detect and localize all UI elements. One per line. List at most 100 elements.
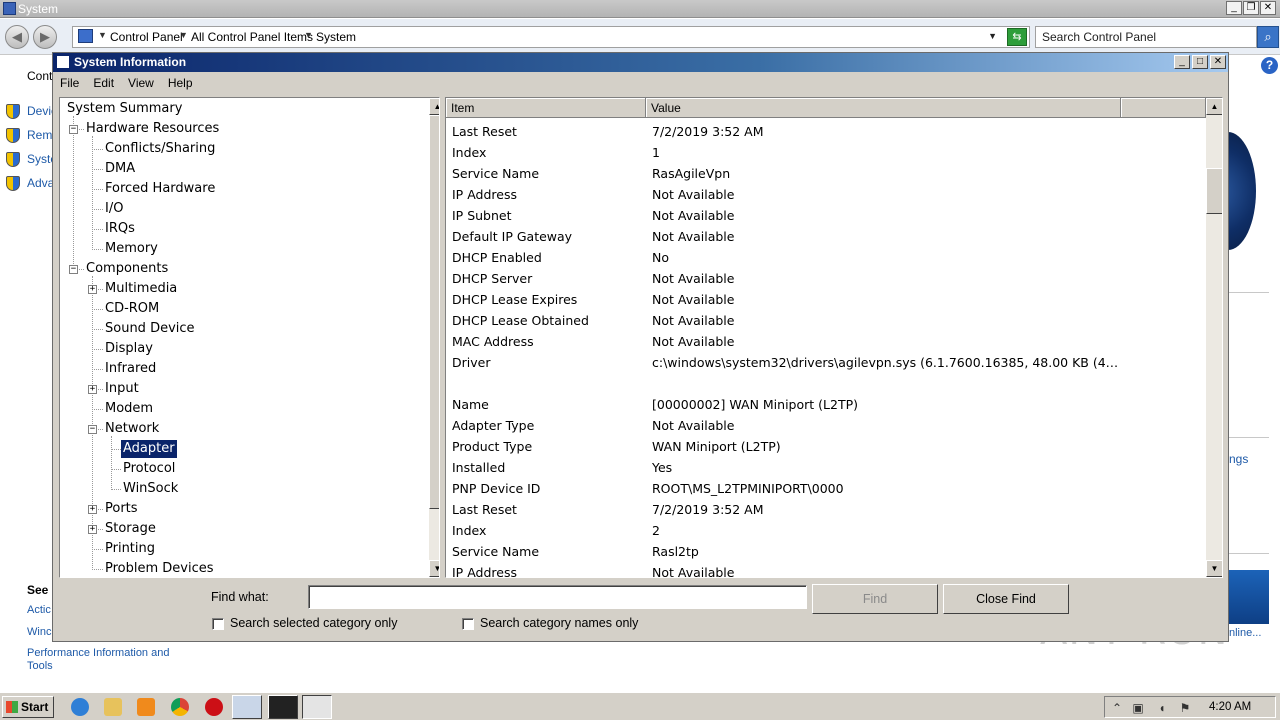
internet-explorer-icon[interactable]: [71, 698, 89, 716]
windows-update-link[interactable]: Winc: [27, 626, 51, 638]
breadcrumb-all-items[interactable]: All Control Panel Items: [191, 30, 313, 44]
tree-node-adapter[interactable]: Adapter: [121, 440, 177, 458]
tree-node-multimedia[interactable]: Multimedia: [103, 280, 179, 298]
media-player-icon[interactable]: [137, 698, 155, 716]
table-row[interactable]: Service Name RasAgileVpn: [446, 163, 1206, 184]
search-selected-category-label[interactable]: Search selected category only: [230, 616, 397, 630]
search-category-names-checkbox[interactable]: [462, 618, 474, 630]
action-center-link[interactable]: Actic: [27, 604, 51, 616]
help-icon[interactable]: ?: [1261, 57, 1278, 74]
table-row[interactable]: DHCP Lease Expires Not Available: [446, 289, 1206, 310]
tree-node-irqs[interactable]: IRQs: [103, 220, 137, 238]
tree-node-display[interactable]: Display: [103, 340, 155, 358]
find-input[interactable]: [308, 585, 807, 609]
expand-icon[interactable]: +: [88, 285, 97, 294]
back-arrow-icon[interactable]: ◀: [5, 25, 29, 49]
search-selected-category-checkbox[interactable]: [212, 618, 224, 630]
breadcrumb-control-panel[interactable]: Control Panel: [110, 30, 183, 44]
learn-more-online-link[interactable]: nline...: [1229, 627, 1261, 639]
collapse-icon[interactable]: −: [88, 425, 97, 434]
tree-node-dma[interactable]: DMA: [103, 160, 137, 178]
search-input[interactable]: Search Control Panel: [1035, 26, 1257, 48]
forward-arrow-icon[interactable]: ▶: [33, 25, 57, 49]
table-row[interactable]: Service Name Rasl2tp: [446, 541, 1206, 562]
tree-node-components[interactable]: Components: [84, 260, 170, 278]
volume-icon[interactable]: ◖: [1155, 701, 1169, 715]
search-icon[interactable]: ⌕: [1257, 26, 1279, 48]
tree-node-memory[interactable]: Memory: [103, 240, 160, 258]
table-row[interactable]: Last Reset 7/2/2019 3:52 AM: [446, 121, 1206, 142]
tree-node-forced-hardware[interactable]: Forced Hardware: [103, 180, 217, 198]
scroll-thumb[interactable]: [429, 115, 439, 509]
column-empty-header[interactable]: [1121, 98, 1206, 118]
chevron-down-icon[interactable]: ▼: [179, 30, 188, 40]
category-tree[interactable]: System Summary Hardware Resources − Conflic…: [59, 97, 440, 578]
maximize-button[interactable]: □: [1192, 55, 1208, 69]
table-row[interactable]: Index 1: [446, 142, 1206, 163]
table-row[interactable]: Default IP Gateway Not Available: [446, 226, 1206, 247]
tree-node-hardware-resources[interactable]: Hardware Resources: [84, 120, 221, 138]
show-hidden-icons-icon[interactable]: ⌃: [1110, 701, 1124, 715]
expand-icon[interactable]: +: [88, 385, 97, 394]
table-row[interactable]: IP Address Not Available: [446, 184, 1206, 205]
tree-node-conflicts-sharing[interactable]: Conflicts/Sharing: [103, 140, 217, 158]
collapse-icon[interactable]: −: [69, 125, 78, 134]
performance-info-link[interactable]: Performance Information and Tools: [27, 647, 187, 673]
action-center-flag-icon[interactable]: ⚑: [1178, 701, 1192, 715]
table-row[interactable]: Driver c:\windows\system32\drivers\agilev…: [446, 352, 1206, 373]
collapse-icon[interactable]: −: [69, 265, 78, 274]
tree-node-network[interactable]: Network: [103, 420, 161, 438]
tree-node-storage[interactable]: Storage: [103, 520, 158, 538]
minimize-button[interactable]: _: [1226, 1, 1242, 15]
table-row[interactable]: [446, 373, 1206, 394]
minimize-button[interactable]: _: [1174, 55, 1190, 69]
refresh-icon[interactable]: ⇆: [1007, 28, 1027, 46]
menu-edit[interactable]: Edit: [86, 73, 121, 93]
menu-help[interactable]: Help: [161, 73, 200, 93]
column-item-header[interactable]: Item: [446, 98, 646, 118]
network-icon[interactable]: ▣: [1131, 701, 1145, 715]
table-row[interactable]: Index 2: [446, 520, 1206, 541]
close-find-button[interactable]: Close Find: [943, 584, 1069, 614]
tree-node-ports[interactable]: Ports: [103, 500, 140, 518]
tree-node-i-o[interactable]: I/O: [103, 200, 125, 218]
table-row[interactable]: Installed Yes: [446, 457, 1206, 478]
address-bar[interactable]: ▼ Control Panel ▼ All Control Panel Item…: [72, 26, 1030, 48]
folder-icon[interactable]: [104, 698, 122, 716]
close-button[interactable]: ✕: [1260, 1, 1276, 15]
chrome-icon[interactable]: [171, 698, 189, 716]
scroll-up-icon[interactable]: ▲: [429, 98, 439, 115]
maximize-button[interactable]: ❐: [1243, 1, 1259, 15]
tree-node-protocol[interactable]: Protocol: [121, 460, 177, 478]
table-row[interactable]: Product Type WAN Miniport (L2TP): [446, 436, 1206, 457]
table-row[interactable]: DHCP Enabled No: [446, 247, 1206, 268]
column-value-header[interactable]: Value: [646, 98, 1121, 118]
start-button[interactable]: Start: [2, 696, 54, 718]
table-row[interactable]: Adapter Type Not Available: [446, 415, 1206, 436]
scroll-down-icon[interactable]: ▼: [429, 560, 439, 577]
details-list[interactable]: Item Value Last Reset 7/2/2019 3:52 AM Ind…: [445, 97, 1223, 578]
tree-node-infrared[interactable]: Infrared: [103, 360, 158, 378]
menu-view[interactable]: View: [121, 73, 161, 93]
find-button[interactable]: Find: [812, 584, 938, 614]
clock[interactable]: 4:20 AM: [1209, 701, 1251, 713]
table-row[interactable]: IP Subnet Not Available: [446, 205, 1206, 226]
expand-icon[interactable]: +: [88, 505, 97, 514]
tree-node-printing[interactable]: Printing: [103, 540, 157, 558]
table-row[interactable]: PNP Device ID ROOT\MS_L2TPMINIPORT\0000: [446, 478, 1206, 499]
chevron-down-icon[interactable]: ▼: [98, 30, 107, 40]
control-panel-home-link[interactable]: Cont: [27, 69, 52, 83]
table-row[interactable]: DHCP Server Not Available: [446, 268, 1206, 289]
tree-node-input[interactable]: Input: [103, 380, 141, 398]
table-row[interactable]: DHCP Lease Obtained Not Available: [446, 310, 1206, 331]
tree-node-problem-devices[interactable]: Problem Devices: [103, 560, 216, 577]
table-row[interactable]: Last Reset 7/2/2019 3:52 AM: [446, 499, 1206, 520]
tree-node-sound-device[interactable]: Sound Device: [103, 320, 197, 338]
command-prompt-taskbar-button[interactable]: [268, 695, 298, 719]
scroll-down-icon[interactable]: ▼: [1206, 560, 1222, 577]
tree-scrollbar[interactable]: ▲ ▼: [429, 98, 439, 577]
table-row[interactable]: IP Address Not Available: [446, 562, 1206, 577]
expand-icon[interactable]: +: [88, 525, 97, 534]
advanced-settings-link[interactable]: Adva: [27, 176, 54, 190]
system-information-taskbar-button[interactable]: [302, 695, 332, 719]
